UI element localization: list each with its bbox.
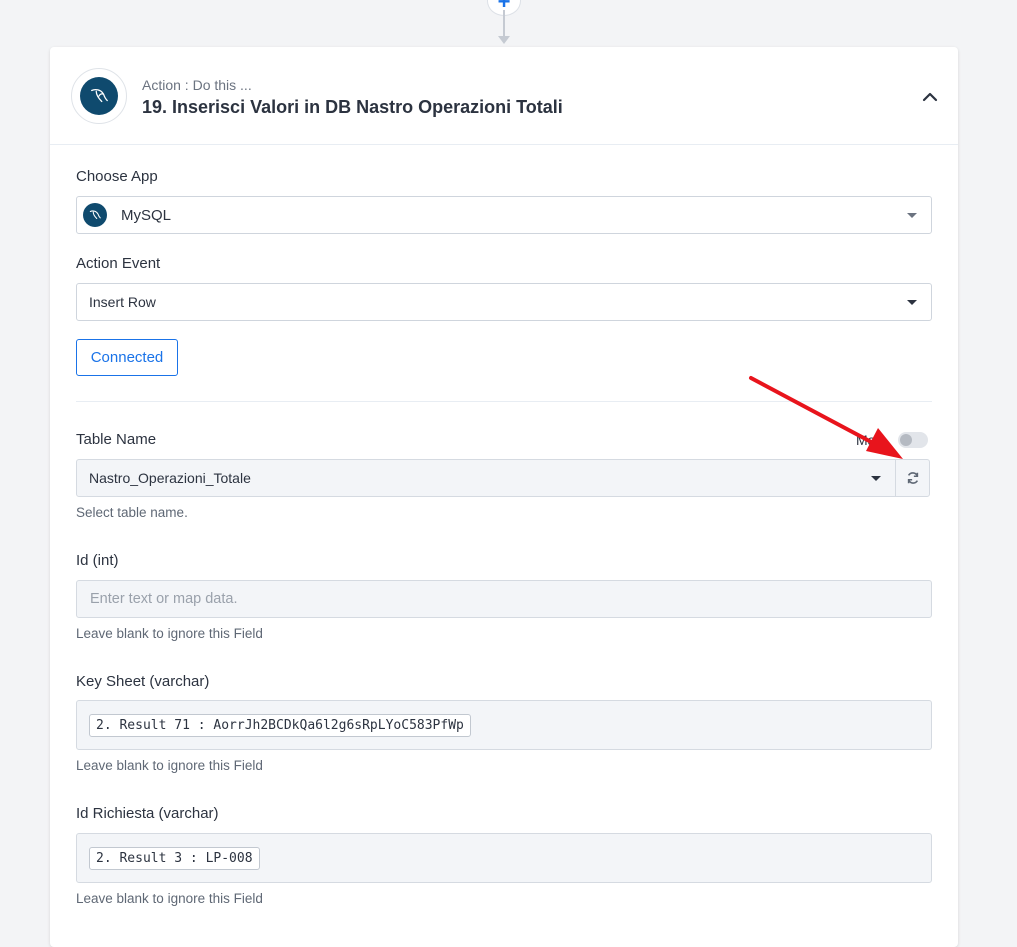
step-connector-line bbox=[503, 10, 505, 38]
refresh-tables-button[interactable] bbox=[895, 459, 930, 497]
choose-app-select[interactable]: MySQL bbox=[76, 196, 932, 234]
chevron-down-icon bbox=[907, 213, 917, 218]
field-input-id[interactable] bbox=[76, 580, 932, 618]
table-name-value: Nastro_Operazioni_Totale bbox=[89, 470, 251, 486]
app-logo bbox=[71, 68, 127, 124]
table-name-label: Table Name bbox=[76, 431, 157, 448]
map-toggle-label: Map bbox=[856, 432, 884, 448]
action-event-label: Action Event bbox=[76, 255, 161, 272]
id-input[interactable] bbox=[88, 581, 931, 617]
step-header[interactable]: Action : Do this ... 19. Inserisci Valor… bbox=[50, 47, 958, 145]
collapse-button[interactable] bbox=[920, 87, 940, 107]
field-input-id-richiesta[interactable]: 2. Result 3 : LP-008 bbox=[76, 833, 932, 883]
connected-button[interactable]: Connected bbox=[76, 339, 178, 376]
step-subtitle: Action : Do this ... bbox=[142, 77, 252, 93]
field-input-key-sheet[interactable]: 2. Result 71 : AorrJh2BCDkQa6l2g6sRpLYoC… bbox=[76, 700, 932, 750]
mysql-dolphin-icon bbox=[83, 203, 107, 227]
table-name-select[interactable]: Nastro_Operazioni_Totale bbox=[76, 459, 896, 497]
section-divider bbox=[76, 401, 932, 402]
action-step-card: Action : Do this ... 19. Inserisci Valor… bbox=[50, 47, 958, 947]
chevron-down-icon bbox=[871, 476, 881, 481]
table-name-help: Select table name. bbox=[76, 505, 188, 520]
map-toggle[interactable] bbox=[898, 432, 928, 448]
field-help-key-sheet: Leave blank to ignore this Field bbox=[76, 758, 263, 773]
choose-app-value: MySQL bbox=[121, 206, 172, 224]
mapped-data-token[interactable]: 2. Result 3 : LP-008 bbox=[89, 846, 260, 870]
action-event-value: Insert Row bbox=[89, 294, 156, 310]
choose-app-label: Choose App bbox=[76, 168, 158, 185]
step-title: 19. Inserisci Valori in DB Nastro Operaz… bbox=[142, 97, 563, 117]
chevron-up-icon bbox=[922, 92, 938, 102]
mysql-dolphin-icon bbox=[80, 77, 118, 115]
chevron-down-icon bbox=[907, 300, 917, 305]
step-connector-arrow bbox=[498, 36, 510, 44]
field-label-id-richiesta: Id Richiesta (varchar) bbox=[76, 805, 219, 822]
mapped-data-token[interactable]: 2. Result 71 : AorrJh2BCDkQa6l2g6sRpLYoC… bbox=[89, 713, 471, 737]
field-label-id: Id (int) bbox=[76, 552, 119, 569]
field-label-key-sheet: Key Sheet (varchar) bbox=[76, 673, 210, 690]
field-help-id: Leave blank to ignore this Field bbox=[76, 626, 263, 641]
action-event-select[interactable]: Insert Row bbox=[76, 283, 932, 321]
field-help-id-richiesta: Leave blank to ignore this Field bbox=[76, 891, 263, 906]
refresh-icon bbox=[907, 472, 918, 484]
